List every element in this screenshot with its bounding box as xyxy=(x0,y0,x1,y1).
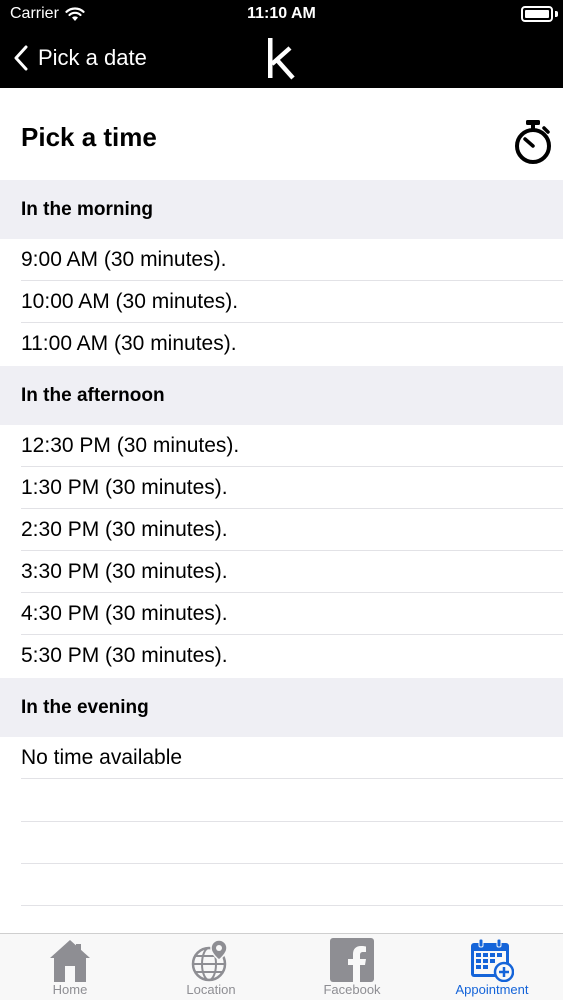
section-header-afternoon: In the afternoon xyxy=(0,366,563,425)
navigation-bar: Pick a date xyxy=(0,30,563,88)
tab-label: Facebook xyxy=(323,982,381,997)
brand-logo xyxy=(268,38,295,80)
status-bar: Carrier 11:10 AM xyxy=(0,0,563,30)
tab-label: Appointment xyxy=(455,982,529,997)
empty-state-row: No time available xyxy=(0,737,563,779)
time-slot-label: 2:30 PM (30 minutes). xyxy=(21,518,228,541)
section-header-morning: In the morning xyxy=(0,180,563,239)
status-time: 11:10 AM xyxy=(247,5,316,22)
tab-label: Home xyxy=(52,982,88,997)
row-separator xyxy=(21,821,563,822)
time-slot-label: 11:00 AM (30 minutes). xyxy=(21,332,237,355)
time-slot[interactable]: 3:30 PM (30 minutes). xyxy=(0,551,563,593)
page-header: Pick a time xyxy=(0,88,563,180)
time-slot[interactable]: 2:30 PM (30 minutes). xyxy=(0,509,563,551)
house-icon xyxy=(50,940,90,982)
chevron-left-icon xyxy=(14,45,28,71)
tab-location[interactable]: Location xyxy=(141,934,281,1000)
row-separator xyxy=(21,905,563,906)
row-separator xyxy=(21,863,563,864)
time-slot[interactable]: 1:30 PM (30 minutes). xyxy=(0,467,563,509)
time-slot-label: 3:30 PM (30 minutes). xyxy=(21,560,228,583)
battery-tip xyxy=(555,11,558,17)
tab-home[interactable]: Home xyxy=(0,934,140,1000)
tab-bar: Home Location Facebook Appointment xyxy=(0,933,563,1000)
time-slot-label: 12:30 PM (30 minutes). xyxy=(21,434,240,457)
empty-state-label: No time available xyxy=(21,746,183,769)
time-slot-label: 10:00 AM (30 minutes). xyxy=(21,290,239,313)
calendar-add-icon xyxy=(471,938,514,982)
time-slot[interactable]: 5:30 PM (30 minutes). xyxy=(0,635,563,677)
section-title: In the morning xyxy=(21,199,153,220)
time-slot-label: 5:30 PM (30 minutes). xyxy=(21,644,228,667)
time-slot-label: 9:00 AM (30 minutes). xyxy=(21,248,227,271)
tab-label: Location xyxy=(186,982,236,997)
section-title: In the afternoon xyxy=(21,385,165,406)
page-title: Pick a time xyxy=(21,122,157,152)
time-slot-label: 4:30 PM (30 minutes). xyxy=(21,602,228,625)
tab-appointment[interactable]: Appointment xyxy=(422,934,562,1000)
time-slot[interactable]: 12:30 PM (30 minutes). xyxy=(0,425,563,467)
battery-icon xyxy=(521,6,553,22)
time-slot[interactable]: 10:00 AM (30 minutes). xyxy=(0,281,563,323)
facebook-icon xyxy=(330,938,374,982)
section-header-evening: In the evening xyxy=(0,678,563,737)
top-bar: Carrier 11:10 AM Pick a date xyxy=(0,0,563,88)
section-title: In the evening xyxy=(21,697,149,718)
time-slot[interactable]: 11:00 AM (30 minutes). xyxy=(0,323,563,365)
time-slot[interactable]: 9:00 AM (30 minutes). xyxy=(0,239,563,281)
time-slot[interactable]: 4:30 PM (30 minutes). xyxy=(0,593,563,635)
time-slot-label: 1:30 PM (30 minutes). xyxy=(21,476,228,499)
stopwatch-icon xyxy=(515,120,551,164)
back-label: Pick a date xyxy=(38,45,147,70)
globe-pin-icon xyxy=(191,939,228,982)
tab-facebook[interactable]: Facebook xyxy=(282,934,422,1000)
back-button[interactable]: Pick a date xyxy=(14,40,147,76)
